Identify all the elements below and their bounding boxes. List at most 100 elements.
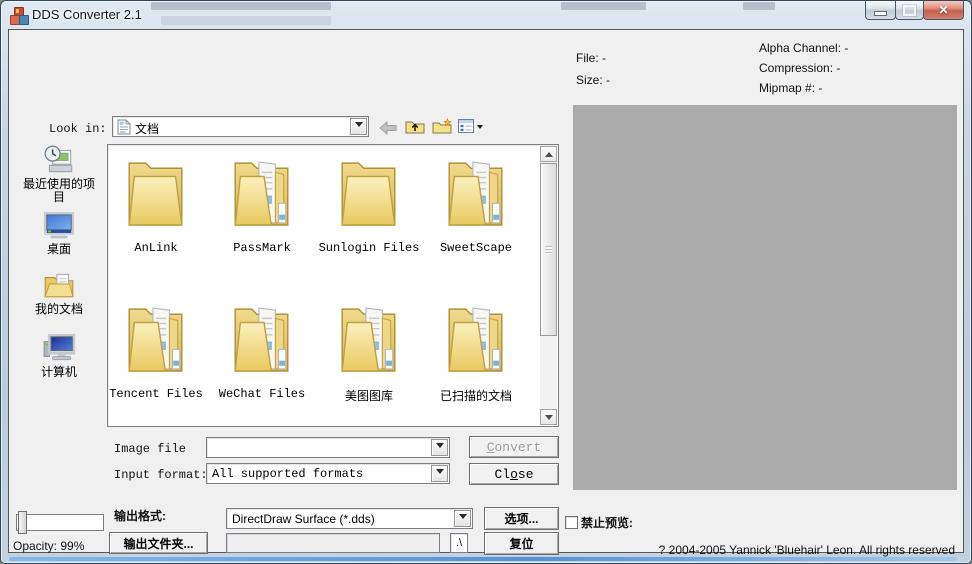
- screenshot-root: DDS Converter 2.1 ✕ File: - Size: - Alph…: [0, 0, 972, 564]
- folder-list: AnLink PassMark Sunlogin Files SweetScap…: [107, 144, 559, 427]
- folder-name: 美图图库: [344, 390, 393, 404]
- input-format-combobox[interactable]: All supported formats: [206, 463, 450, 484]
- folder-name: Tencent Files: [109, 387, 203, 401]
- sidebar-item-computer[interactable]: 计算机: [18, 331, 100, 379]
- new-folder-icon[interactable]: [432, 118, 452, 134]
- sidebar-item-label: 桌面: [46, 242, 71, 256]
- file-info-label: File: -: [576, 51, 606, 65]
- preview-area: [573, 105, 957, 490]
- look-in-label: Look in:: [49, 122, 107, 136]
- window-bottom-edge: [9, 557, 957, 561]
- input-format-value: All supported formats: [212, 467, 364, 481]
- disable-preview-label: 禁止预览:: [581, 516, 633, 530]
- look-in-value: 文档: [135, 122, 160, 136]
- my-documents-icon: [42, 268, 76, 302]
- folder-item[interactable]: WeChat Files: [211, 294, 313, 426]
- folder-icon: [336, 294, 402, 384]
- document-icon: [117, 119, 131, 135]
- folder-item[interactable]: PassMark: [211, 148, 313, 280]
- client-area: File: - Size: - Alpha Channel: - Compres…: [8, 29, 964, 557]
- close-dialog-button[interactable]: Close: [469, 463, 559, 485]
- desktop-icon: [42, 208, 76, 242]
- options-button[interactable]: 选项...: [484, 507, 559, 530]
- sidebar-item-label: 最近使用的项目: [22, 177, 95, 204]
- app-window: DDS Converter 2.1 ✕ File: - Size: - Alph…: [0, 0, 972, 564]
- output-format-dropdown-button[interactable]: [454, 510, 471, 527]
- folder-item[interactable]: AnLink: [105, 148, 207, 280]
- folder-name: 已扫描的文档: [439, 390, 512, 404]
- view-menu-chevron-icon[interactable]: [477, 125, 483, 132]
- vertical-scrollbar[interactable]: [540, 146, 557, 425]
- folder-icon: [336, 148, 402, 238]
- folder-item[interactable]: SweetScape: [425, 148, 527, 280]
- folder-item[interactable]: 美图图库: [318, 294, 420, 426]
- scroll-down-button[interactable]: [540, 409, 557, 425]
- titlebar-ghost: [161, 16, 331, 25]
- image-file-dropdown-button[interactable]: [431, 439, 448, 456]
- output-format-label: 输出格式:: [114, 509, 166, 523]
- app-icon: [10, 7, 29, 25]
- current-dir-box: .\: [450, 533, 468, 553]
- sidebar-item-label: 我的文档: [34, 302, 83, 316]
- output-format-value: DirectDraw Surface (*.dds): [232, 512, 375, 526]
- scrollbar-grip-icon: [545, 245, 552, 254]
- scroll-up-button[interactable]: [540, 146, 557, 162]
- triangle-up-icon: [544, 148, 553, 157]
- look-in-dropdown-button[interactable]: [350, 118, 367, 135]
- alpha-channel-label: Alpha Channel: -: [759, 41, 849, 55]
- minimize-button[interactable]: [865, 1, 896, 20]
- folder-name: WeChat Files: [218, 387, 306, 401]
- folder-icon: [229, 294, 295, 384]
- folder-item[interactable]: Tencent Files: [105, 294, 207, 426]
- current-dir-label: .\: [455, 537, 463, 549]
- folder-icon: [123, 148, 189, 238]
- size-info-label: Size: -: [576, 73, 611, 87]
- input-format-label: Input format:: [114, 468, 208, 482]
- folder-name: SweetScape: [439, 241, 512, 255]
- chevron-down-icon: [435, 469, 444, 478]
- maximize-button[interactable]: [895, 1, 924, 20]
- sidebar-item-label: 计算机: [40, 365, 77, 379]
- close-icon: ✕: [938, 2, 949, 17]
- folder-icon: [123, 294, 189, 384]
- output-folder-button[interactable]: 输出文件夹...: [109, 532, 208, 554]
- chevron-down-icon: [354, 122, 363, 131]
- folder-item[interactable]: 已扫描的文档: [425, 294, 527, 426]
- window-title: DDS Converter 2.1: [32, 7, 142, 22]
- chevron-down-icon: [458, 514, 467, 523]
- output-folder-field[interactable]: [226, 533, 440, 553]
- folder-name: AnLink: [134, 241, 178, 255]
- disable-preview-checkbox[interactable]: [565, 516, 578, 529]
- input-format-dropdown-button[interactable]: [431, 465, 448, 482]
- folder-item[interactable]: Sunlogin Files: [318, 148, 420, 280]
- folder-name: PassMark: [233, 241, 291, 255]
- sidebar-item-my-documents[interactable]: 我的文档: [18, 268, 100, 316]
- opacity-slider-track[interactable]: [16, 514, 104, 531]
- sidebar-item-desktop[interactable]: 桌面: [18, 208, 100, 256]
- triangle-down-icon: [544, 414, 553, 424]
- copyright-text: ? 2004-2005 Yannick 'Bluehair' Leon. All…: [658, 543, 955, 557]
- scrollbar-thumb[interactable]: [540, 163, 557, 336]
- look-in-combobox[interactable]: 文档: [112, 116, 369, 137]
- output-format-combobox[interactable]: DirectDraw Surface (*.dds): [226, 508, 473, 529]
- computer-icon: [42, 331, 76, 365]
- titlebar-ghost: [743, 2, 775, 10]
- close-button[interactable]: ✕: [923, 1, 964, 20]
- minimize-icon: [874, 11, 887, 16]
- sidebar-item-recent[interactable]: 最近使用的项目: [18, 143, 100, 204]
- reset-button[interactable]: 复位: [484, 532, 559, 555]
- convert-button[interactable]: Convert: [469, 436, 559, 458]
- recent-items-icon: [42, 143, 76, 177]
- view-menu-icon[interactable]: [458, 119, 474, 133]
- opacity-slider-handle[interactable]: [18, 511, 27, 534]
- titlebar-ghost: [151, 2, 331, 10]
- caption-buttons: ✕: [865, 1, 964, 20]
- back-icon[interactable]: [379, 121, 397, 135]
- title-bar[interactable]: DDS Converter 2.1 ✕: [1, 1, 971, 29]
- image-file-combobox[interactable]: [206, 437, 450, 458]
- opacity-label: Opacity: 99%: [13, 539, 85, 553]
- compression-label: Compression: -: [759, 61, 841, 75]
- folder-name: Sunlogin Files: [318, 241, 420, 255]
- folder-icon: [443, 148, 509, 238]
- up-one-level-icon[interactable]: [405, 118, 425, 134]
